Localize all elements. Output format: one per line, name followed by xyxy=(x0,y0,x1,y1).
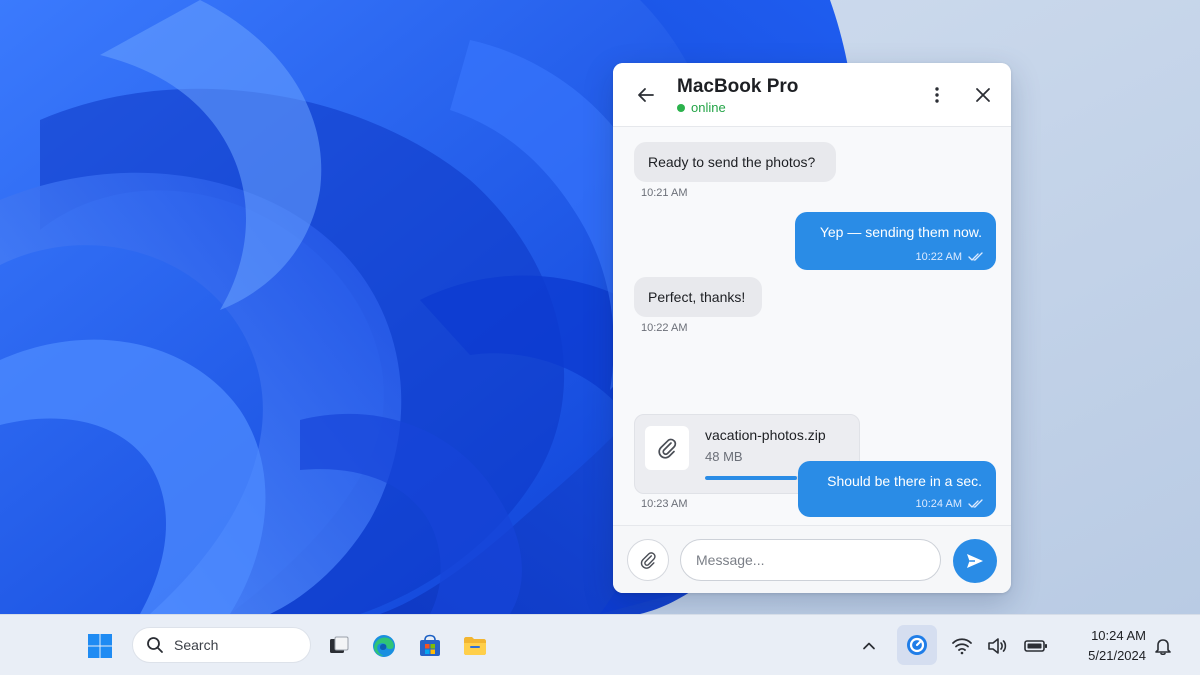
show-hidden-icons-button[interactable] xyxy=(852,629,886,663)
message-text: Should be there in a sec. xyxy=(827,473,982,489)
message-time: 10:22 AM xyxy=(915,251,962,263)
double-check-icon xyxy=(968,499,983,508)
message-time: 10:22 AM xyxy=(641,322,688,334)
message-composer xyxy=(613,525,1011,593)
taskbar-clock[interactable]: 10:24 AM 5/21/2024 xyxy=(1062,626,1146,666)
arrow-left-icon xyxy=(638,88,654,102)
double-check-icon xyxy=(968,252,983,261)
tray-app-button[interactable] xyxy=(897,625,937,665)
close-icon xyxy=(976,88,990,102)
back-button[interactable] xyxy=(630,79,662,111)
more-vertical-icon xyxy=(935,87,939,103)
chat-header: MacBook Pro online xyxy=(613,63,1011,127)
message-text: Ready to send the photos? xyxy=(648,154,816,170)
send-button[interactable] xyxy=(953,539,997,583)
store-button[interactable] xyxy=(413,629,447,663)
network-button[interactable] xyxy=(945,629,979,663)
windows-logo-icon xyxy=(88,634,112,658)
desktop-wallpaper xyxy=(0,0,1200,614)
microsoft-store-icon xyxy=(420,634,440,656)
task-view-button[interactable] xyxy=(322,629,356,663)
chat-status-label: online xyxy=(691,100,726,115)
paperclip-icon xyxy=(658,438,677,459)
notifications-button[interactable] xyxy=(1146,629,1180,663)
message-time: 10:24 AM xyxy=(915,498,962,510)
chat-window: MacBook Pro online Ready to send the pho… xyxy=(613,63,1011,593)
attach-button[interactable] xyxy=(627,539,669,581)
volume-icon xyxy=(988,638,1007,654)
wifi-icon xyxy=(952,638,972,655)
message-time: 10:21 AM xyxy=(641,187,688,199)
message-bubble-incoming: Ready to send the photos? xyxy=(634,142,836,182)
clock-time: 10:24 AM xyxy=(1091,628,1146,643)
taskbar: Search 10:24 AM 5/21/2024 xyxy=(0,614,1200,675)
battery-icon xyxy=(1024,640,1047,652)
message-bubble-incoming: Perfect, thanks! xyxy=(634,277,762,317)
more-options-button[interactable] xyxy=(921,79,953,111)
upload-progress-fill xyxy=(705,476,797,480)
taskbar-search[interactable]: Search xyxy=(132,627,311,663)
search-label: Search xyxy=(174,637,219,653)
message-bubble-outgoing: Should be there in a sec. 10:24 AM xyxy=(798,461,996,517)
file-explorer-button[interactable] xyxy=(458,629,492,663)
send-icon xyxy=(967,554,983,568)
close-button[interactable] xyxy=(967,79,999,111)
edge-button[interactable] xyxy=(367,629,401,663)
message-bubble-outgoing: Yep — sending them now. 10:22 AM xyxy=(795,212,996,270)
online-dot-icon xyxy=(677,103,685,112)
file-icon-box xyxy=(645,426,689,470)
app-tray-icon xyxy=(907,635,927,655)
folder-icon xyxy=(464,637,486,655)
volume-button[interactable] xyxy=(980,629,1014,663)
start-button[interactable] xyxy=(83,629,117,663)
battery-button[interactable] xyxy=(1019,629,1053,663)
chevron-up-icon xyxy=(863,642,875,650)
message-text: Yep — sending them now. xyxy=(819,224,982,240)
message-text: Perfect, thanks! xyxy=(648,289,746,305)
file-name: vacation-photos.zip xyxy=(705,427,826,443)
edge-browser-icon xyxy=(373,635,395,657)
search-icon xyxy=(147,637,163,653)
clock-date: 5/21/2024 xyxy=(1088,648,1146,663)
task-view-icon xyxy=(330,636,349,653)
paperclip-icon xyxy=(640,552,656,569)
chat-status: online xyxy=(677,100,726,115)
chat-title: MacBook Pro xyxy=(677,76,799,97)
message-input[interactable] xyxy=(680,539,941,581)
bell-icon xyxy=(1155,639,1171,656)
file-size: 48 MB xyxy=(705,449,743,464)
message-time: 10:23 AM xyxy=(641,498,688,510)
